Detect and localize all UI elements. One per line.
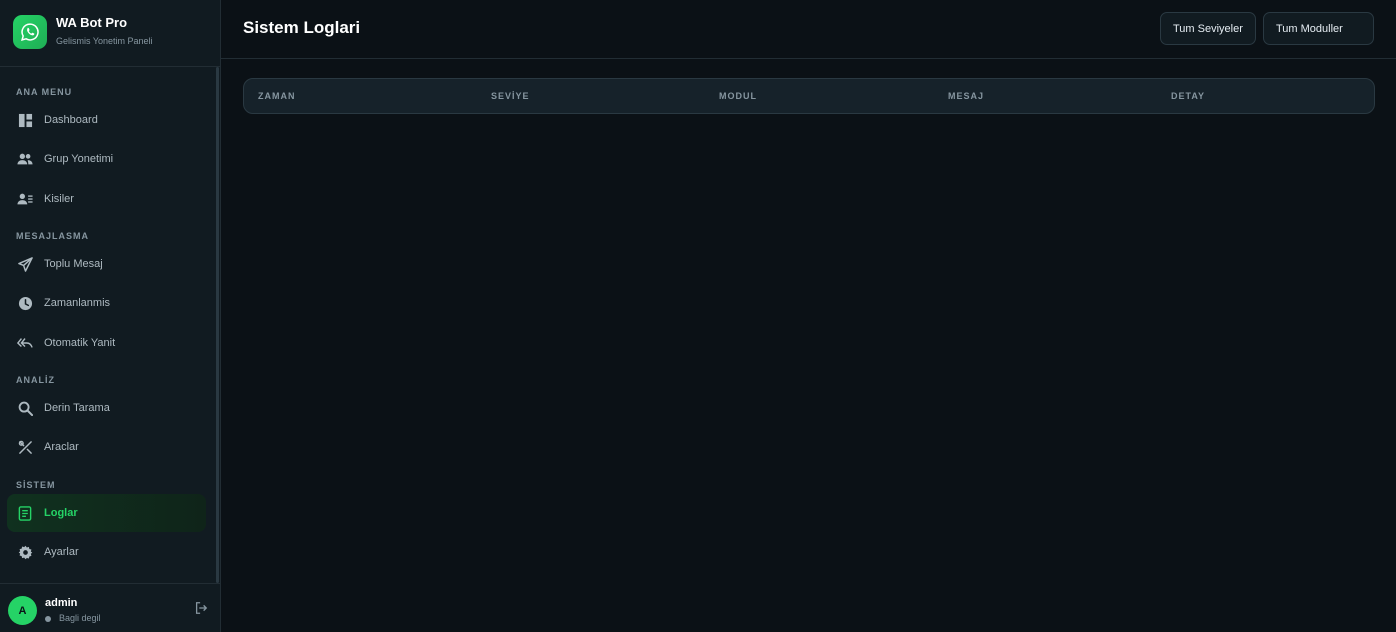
column-header-time: ZAMAN	[258, 91, 296, 101]
reply-all-icon	[16, 334, 34, 352]
dashboard-icon	[16, 111, 34, 129]
brand-header: WA Bot Pro Gelismis Yonetim Paneli	[0, 0, 220, 67]
sidebar-item-deep-scan[interactable]: Derin Tarama	[7, 389, 206, 427]
sidebar-item-label: Grup Yonetimi	[44, 153, 114, 165]
sidebar-item-groups[interactable]: Grup Yonetimi	[7, 140, 206, 178]
sidebar-item-settings[interactable]: Ayarlar	[7, 533, 206, 571]
brand-title: WA Bot Pro	[56, 15, 128, 30]
log-icon	[16, 504, 34, 522]
avatar[interactable]: A	[8, 596, 37, 625]
column-header-module: MODUL	[719, 91, 757, 101]
search-icon	[16, 399, 34, 417]
sidebar-scrollbar[interactable]	[216, 67, 219, 583]
section-label-analysis: ANALİZ	[16, 375, 55, 385]
sidebar-item-label: Kisiler	[44, 193, 74, 205]
level-filter-select[interactable]: Tum Seviyeler	[1160, 12, 1256, 45]
logs-table: ZAMAN SEVİYE MODUL MESAJ DETAY	[243, 78, 1375, 114]
column-header-level: SEVİYE	[491, 91, 530, 101]
user-panel: A admin Bagli degil	[0, 583, 220, 632]
user-name: admin	[45, 597, 78, 609]
tools-icon	[16, 438, 34, 456]
sidebar-item-scheduled[interactable]: Zamanlanmis	[7, 284, 206, 322]
sidebar-item-label: Zamanlanmis	[44, 297, 111, 309]
column-header-detail: DETAY	[1171, 91, 1206, 101]
main-content: Sistem Loglari Tum Seviyeler Tum Modulle…	[221, 0, 1396, 632]
sidebar-item-label: Araclar	[44, 441, 79, 453]
gear-icon	[16, 543, 34, 561]
logout-icon[interactable]	[194, 601, 210, 617]
contacts-icon	[16, 190, 34, 208]
whatsapp-icon	[13, 15, 47, 49]
section-label-system: SİSTEM	[16, 480, 56, 490]
sidebar-item-logs[interactable]: Loglar	[7, 494, 206, 532]
brand-subtitle: Gelismis Yonetim Paneli	[56, 36, 153, 46]
sidebar: WA Bot Pro Gelismis Yonetim Paneli ANA M…	[0, 0, 221, 632]
top-bar: Sistem Loglari Tum Seviyeler Tum Modulle…	[221, 0, 1396, 59]
status-dot	[45, 616, 51, 622]
sidebar-item-auto-reply[interactable]: Otomatik Yanit	[7, 324, 206, 362]
sidebar-item-label: Otomatik Yanit	[44, 337, 116, 349]
section-label-main: ANA MENU	[16, 87, 73, 97]
sidebar-item-label: Dashboard	[44, 114, 98, 126]
sidebar-item-label: Ayarlar	[44, 546, 79, 558]
section-label-messaging: MESAJLASMA	[16, 231, 90, 241]
clock-icon	[16, 294, 34, 312]
send-icon	[16, 255, 34, 273]
sidebar-item-tools[interactable]: Araclar	[7, 428, 206, 466]
group-icon	[16, 150, 34, 168]
module-filter-select[interactable]: Tum Moduller	[1263, 12, 1374, 45]
connection-status: Bagli degil	[59, 613, 101, 623]
column-header-message: MESAJ	[948, 91, 985, 101]
sidebar-item-label: Derin Tarama	[44, 402, 110, 414]
sidebar-item-contacts[interactable]: Kisiler	[7, 180, 206, 218]
sidebar-item-label: Loglar	[44, 507, 78, 519]
page-title: Sistem Loglari	[243, 18, 361, 37]
sidebar-item-dashboard[interactable]: Dashboard	[7, 101, 206, 139]
sidebar-item-label: Toplu Mesaj	[44, 258, 103, 270]
sidebar-item-bulk-message[interactable]: Toplu Mesaj	[7, 245, 206, 283]
